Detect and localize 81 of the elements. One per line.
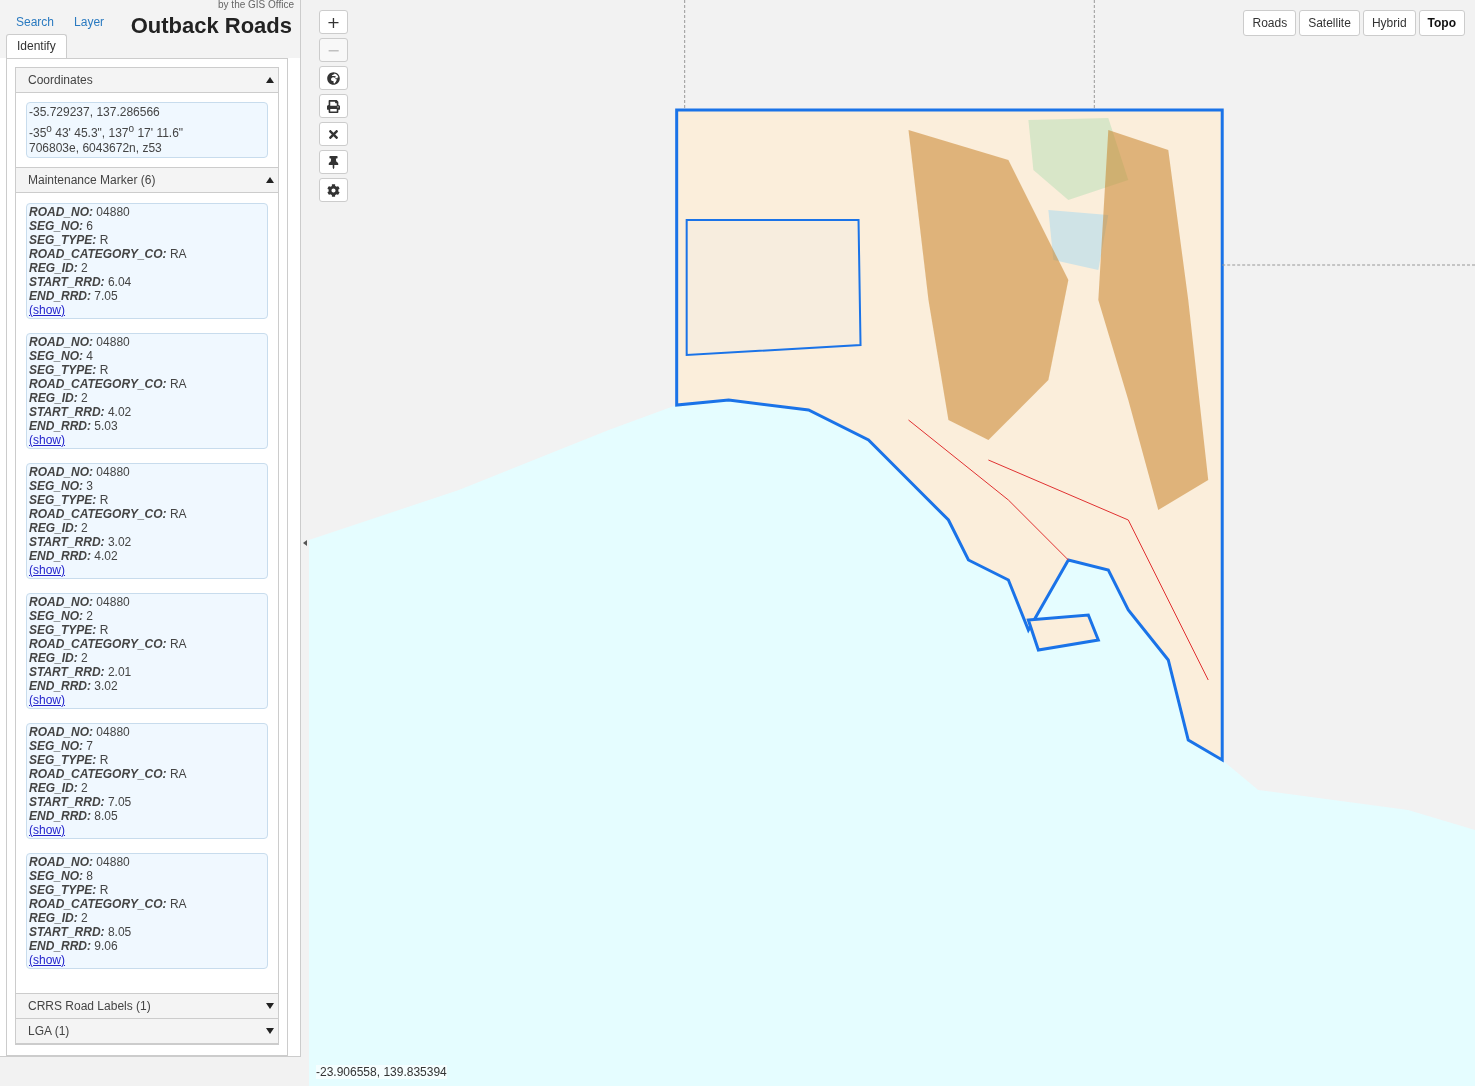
field-text: SEG_TYPE: R bbox=[29, 623, 110, 637]
show-link[interactable]: (show) bbox=[29, 563, 65, 577]
field-text: ROAD_CATEGORY_CO: RA bbox=[29, 247, 188, 261]
tab[interactable]: Identify bbox=[6, 34, 67, 58]
zoom-in-button[interactable]: + bbox=[319, 10, 348, 34]
settings-button[interactable] bbox=[319, 178, 348, 202]
field-text: ROAD_CATEGORY_CO: RA bbox=[29, 507, 188, 521]
field-text: END_RRD: 7.05 bbox=[29, 289, 119, 303]
settings-icon bbox=[327, 183, 340, 197]
field-text: START_RRD: 6.04 bbox=[29, 275, 133, 289]
basemap-button[interactable]: Satellite bbox=[1299, 10, 1360, 36]
field-text: START_RRD: 8.05 bbox=[29, 925, 133, 939]
show-link[interactable]: (show) bbox=[29, 823, 65, 837]
field-text: START_RRD: 3.02 bbox=[29, 535, 133, 549]
app-title: Outback Roads bbox=[130, 13, 292, 39]
field-text: SEG_NO: 4 bbox=[29, 349, 95, 363]
field-text: SEG_TYPE: R bbox=[29, 493, 110, 507]
coordinate-text: -35$^{o}$ 43' 45.3", 137$^{o}$ 17' 11.6" bbox=[29, 122, 185, 141]
field-text: ROAD_CATEGORY_CO: RA bbox=[29, 637, 188, 651]
field-text: ROAD_CATEGORY_CO: RA bbox=[29, 767, 188, 781]
basemap-button[interactable]: Roads bbox=[1243, 10, 1297, 36]
field-text: END_RRD: 8.05 bbox=[29, 809, 119, 823]
field-text: SEG_NO: 3 bbox=[29, 479, 95, 493]
print-button[interactable] bbox=[319, 94, 348, 118]
field-text: START_RRD: 4.02 bbox=[29, 405, 133, 419]
clear-button[interactable] bbox=[319, 122, 348, 146]
show-link[interactable]: (show) bbox=[29, 693, 65, 707]
collapse-arrow-icon[interactable] bbox=[303, 540, 307, 546]
field-text: END_RRD: 9.06 bbox=[29, 939, 119, 953]
basemap-button[interactable]: Topo bbox=[1418, 10, 1465, 36]
field-text: END_RRD: 5.03 bbox=[29, 419, 119, 433]
section-header[interactable]: Coordinates bbox=[16, 68, 278, 92]
show-link[interactable]: (show) bbox=[29, 433, 65, 447]
field-text: SEG_TYPE: R bbox=[29, 233, 110, 247]
field-text: REG_ID: 2 bbox=[29, 261, 89, 275]
field-text: SEG_NO: 2 bbox=[29, 609, 95, 623]
field-text: ROAD_NO: 04880 bbox=[29, 205, 131, 219]
section-header[interactable]: CRRS Road Labels (1) bbox=[16, 993, 278, 1018]
field-text: REG_ID: 2 bbox=[29, 911, 89, 925]
field-text: SEG_TYPE: R bbox=[29, 753, 110, 767]
field-text: SEG_NO: 6 bbox=[29, 219, 95, 233]
pin-button[interactable] bbox=[319, 150, 348, 174]
caret-up-icon bbox=[266, 77, 274, 83]
field-text: START_RRD: 2.01 bbox=[29, 665, 133, 679]
coordinate-text: -35.729237, 137.286566 bbox=[29, 104, 161, 121]
coordinate-text: 706803e, 6043672n, z53 bbox=[29, 141, 163, 156]
show-link[interactable]: (show) bbox=[29, 303, 65, 317]
field-text: END_RRD: 3.02 bbox=[29, 679, 119, 693]
field-text: ROAD_NO: 04880 bbox=[29, 725, 131, 739]
field-text: REG_ID: 2 bbox=[29, 651, 89, 665]
field-text: START_RRD: 7.05 bbox=[29, 795, 133, 809]
field-text: SEG_NO: 7 bbox=[29, 739, 95, 753]
caret-down-icon bbox=[266, 1028, 274, 1034]
tab[interactable]: Layer bbox=[64, 9, 115, 34]
tab[interactable]: Search bbox=[6, 9, 65, 34]
field-text: SEG_NO: 8 bbox=[29, 869, 95, 883]
caret-down-icon bbox=[266, 1003, 274, 1009]
section-header[interactable]: Maintenance Marker (6) bbox=[16, 167, 278, 192]
cursor-coordinates: -23.906558, 139.835394 bbox=[316, 1065, 447, 1079]
field-text: ROAD_NO: 04880 bbox=[29, 465, 131, 479]
caret-up-icon bbox=[266, 177, 274, 183]
globe-button[interactable] bbox=[319, 66, 348, 90]
field-text: ROAD_NO: 04880 bbox=[29, 335, 131, 349]
field-text: ROAD_NO: 04880 bbox=[29, 855, 131, 869]
credit-text: by the GIS Office bbox=[217, 0, 294, 9]
globe-icon bbox=[327, 71, 340, 85]
field-text: REG_ID: 2 bbox=[29, 391, 89, 405]
pin-icon bbox=[327, 155, 340, 169]
field-text: END_RRD: 4.02 bbox=[29, 549, 119, 563]
field-text: ROAD_CATEGORY_CO: RA bbox=[29, 377, 188, 391]
field-text: REG_ID: 2 bbox=[29, 521, 89, 535]
close-icon bbox=[327, 127, 340, 141]
field-text: ROAD_CATEGORY_CO: RA bbox=[29, 897, 188, 911]
field-text: SEG_TYPE: R bbox=[29, 363, 110, 377]
basemap-button[interactable]: Hybrid bbox=[1362, 10, 1416, 36]
print-icon bbox=[327, 99, 340, 113]
field-text: REG_ID: 2 bbox=[29, 781, 89, 795]
field-text: ROAD_NO: 04880 bbox=[29, 595, 131, 609]
show-link[interactable]: (show) bbox=[29, 953, 65, 967]
section-header[interactable]: LGA (1) bbox=[16, 1018, 278, 1043]
field-text: SEG_TYPE: R bbox=[29, 883, 110, 897]
